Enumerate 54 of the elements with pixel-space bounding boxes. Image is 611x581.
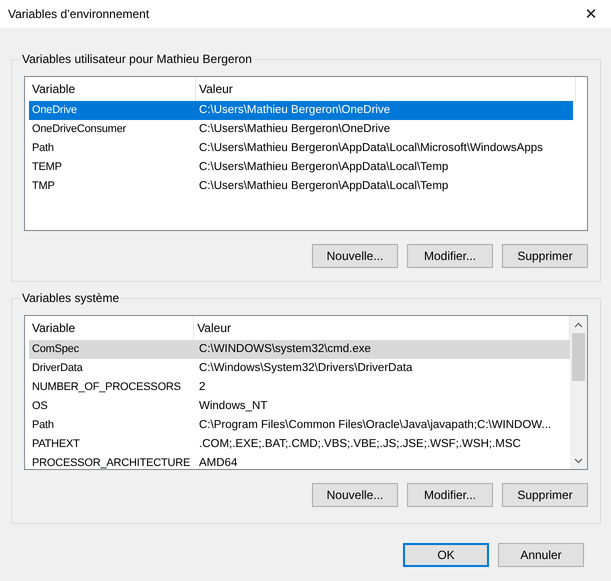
list-row[interactable]: TMP C:\Users\Mathieu Bergeron\AppData\Local\Temp xyxy=(29,177,573,196)
action-button[interactable]: Supprimer xyxy=(502,244,588,268)
action-button[interactable]: Nouvelle... xyxy=(312,483,398,507)
column-header[interactable]: Variable xyxy=(29,316,194,340)
close-button[interactable]: ✕ xyxy=(571,0,611,28)
list-row[interactable]: PROCESSOR_ARCHITECTURE AMD64 xyxy=(29,454,570,469)
group-title: Variables système xyxy=(20,291,122,306)
window-title: Variables d’environnement xyxy=(8,7,150,21)
table-cell-text: C:\Users\Mathieu Bergeron\OneDrive xyxy=(198,122,392,137)
column-header[interactable]: Valeur xyxy=(196,77,576,101)
list-row[interactable]: Path C:\Users\Mathieu Bergeron\AppData\Local\Microsoft\WindowsApps xyxy=(29,139,573,158)
scrollbar[interactable] xyxy=(570,316,587,469)
table-cell-text: C:\WINDOWS\system32\cmd.exe xyxy=(198,342,372,357)
column-header[interactable]: Variable xyxy=(29,77,196,101)
action-button[interactable]: Modifier... xyxy=(407,244,493,268)
table-cell-text: NUMBER_OF_PROCESSORS xyxy=(31,380,182,395)
list-row[interactable]: DriverData C:\Windows\System32\Drivers\DriverData xyxy=(29,359,570,378)
group-title: Variables utilisateur pour Mathieu Bergeron xyxy=(20,52,254,67)
table-cell-text: C:\Windows\System32\Drivers\DriverData xyxy=(198,361,414,376)
table-cell-text: Path xyxy=(31,418,55,433)
list-row[interactable]: PATHEXT .COM;.EXE;.BAT;.CMD;.VBS;.VBE;.JS;.JSE;.WSF;.WSH;.MSC xyxy=(29,435,570,454)
table-cell-text: OneDriveConsumer xyxy=(31,122,128,137)
list-row[interactable]: ComSpec C:\WINDOWS\system32\cmd.exe xyxy=(29,340,570,359)
list-row[interactable]: Path C:\Program Files\Common Files\Oracle\Java\javapath;C:\WINDOW... xyxy=(29,416,570,435)
table-cell-text: C:\Program Files\Common Files\Oracle\Java\javapath;C:\WINDOW... xyxy=(198,418,552,433)
dialog-button[interactable]: Annuler xyxy=(498,543,584,567)
table-cell-text: C:\Users\Mathieu Bergeron\AppData\Local\Microsoft\WindowsApps xyxy=(198,141,544,156)
table-cell-text: ComSpec xyxy=(31,342,80,357)
table-cell-text: OneDrive xyxy=(31,103,78,118)
table-cell-text: 2 xyxy=(198,380,206,395)
scroll-thumb[interactable] xyxy=(572,333,585,381)
list-row[interactable]: OneDriveConsumer C:\Users\Mathieu Bergeron\OneDrive xyxy=(29,120,573,139)
table-cell-text: Windows_NT xyxy=(198,399,268,414)
table-cell-text: Path xyxy=(31,141,55,156)
action-button[interactable]: Nouvelle... xyxy=(312,244,398,268)
table-cell-text: TMP xyxy=(31,179,56,194)
list-row[interactable]: NUMBER_OF_PROCESSORS 2 xyxy=(29,378,570,397)
table-cell-text: C:\Users\Mathieu Bergeron\AppData\Local\Temp xyxy=(198,179,450,194)
table-cell-text: PATHEXT xyxy=(31,437,81,452)
column-header[interactable]: Valeur xyxy=(194,316,570,340)
action-button[interactable]: Supprimer xyxy=(502,483,588,507)
table-cell-text: C:\Users\Mathieu Bergeron\AppData\Local\Temp xyxy=(198,160,450,175)
list-row[interactable]: OneDrive C:\Users\Mathieu Bergeron\OneDrive xyxy=(29,101,573,120)
table-cell-text: C:\Users\Mathieu Bergeron\OneDrive xyxy=(198,103,392,118)
table-cell-text: TEMP xyxy=(31,160,63,175)
table-cell-text: PROCESSOR_ARCHITECTURE xyxy=(31,456,192,469)
list-row[interactable]: TEMP C:\Users\Mathieu Bergeron\AppData\Local\Temp xyxy=(29,158,573,177)
table-cell-text: OS xyxy=(31,399,48,414)
action-button[interactable]: Modifier... xyxy=(407,483,493,507)
table-cell-text: .COM;.EXE;.BAT;.CMD;.VBS;.VBE;.JS;.JSE;.WSF;.WSH;.MSC xyxy=(198,437,522,452)
list-row[interactable]: OS Windows_NT xyxy=(29,397,570,416)
table-cell-text: AMD64 xyxy=(198,456,238,469)
dialog-button[interactable]: OK xyxy=(403,543,489,567)
table-cell-text: DriverData xyxy=(31,361,84,376)
